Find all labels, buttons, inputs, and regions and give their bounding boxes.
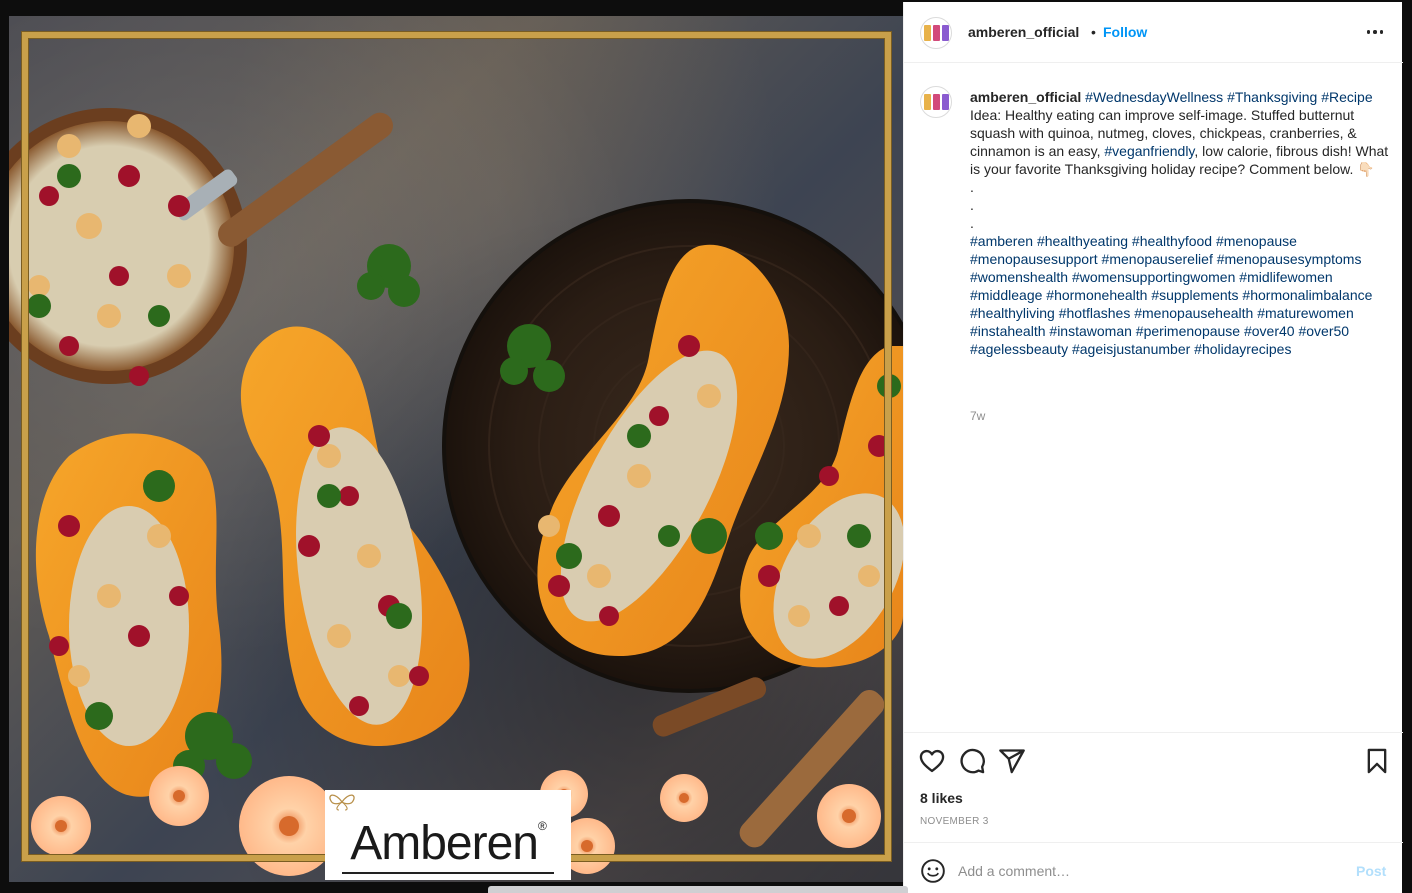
follow-button[interactable]: Follow bbox=[1103, 24, 1147, 40]
caption-section: amberen_official #WednesdayWellness #Tha… bbox=[904, 64, 1403, 732]
hashtag-link[interactable]: #menopause bbox=[1216, 233, 1297, 249]
brand-underline bbox=[342, 872, 554, 874]
hashtag-list: #amberen #healthyeating #healthyfood #me… bbox=[970, 233, 1372, 357]
hashtag-link[interactable]: #maturewomen bbox=[1257, 305, 1354, 321]
hashtag-link[interactable]: #womenshealth bbox=[970, 269, 1068, 285]
post-side-panel: amberen_official • Follow amberen_offici… bbox=[903, 2, 1403, 893]
share-icon[interactable] bbox=[998, 747, 1026, 775]
hashtag-link[interactable]: #menopausesupport bbox=[970, 251, 1098, 267]
post-caption: amberen_official #WednesdayWellness #Tha… bbox=[970, 88, 1394, 358]
hashtag-link[interactable]: #Recipe bbox=[1321, 89, 1372, 105]
hashtag-link[interactable]: #over40 bbox=[1244, 323, 1295, 339]
hashtag-link[interactable]: #agelessbeauty bbox=[970, 341, 1068, 357]
hashtag-link[interactable]: #WednesdayWellness bbox=[1085, 89, 1223, 105]
post-header: amberen_official • Follow bbox=[904, 2, 1403, 63]
hashtag-link[interactable]: #veganfriendly bbox=[1104, 143, 1194, 159]
caption-avatar[interactable] bbox=[920, 86, 952, 118]
caption-dot: . bbox=[970, 179, 974, 195]
caption-dot: . bbox=[970, 197, 974, 213]
brand-logo: Amberen® bbox=[325, 790, 571, 880]
hashtag-link[interactable]: #amberen bbox=[970, 233, 1033, 249]
hashtag-link[interactable]: #Thanksgiving bbox=[1227, 89, 1317, 105]
hashtag-link[interactable]: #hotflashes bbox=[1059, 305, 1131, 321]
hashtag-link[interactable]: #midlifewomen bbox=[1239, 269, 1332, 285]
hashtag-link[interactable]: #menopausehealth bbox=[1134, 305, 1253, 321]
hashtag-link[interactable]: #over50 bbox=[1298, 323, 1349, 339]
hashtag-link[interactable]: #supplements bbox=[1151, 287, 1238, 303]
post-comment-button[interactable]: Post bbox=[1356, 863, 1386, 879]
instagram-post-modal: Amberen® amberen_official • Follow amber… bbox=[0, 0, 1412, 893]
comment-input[interactable] bbox=[958, 857, 1338, 885]
hashtag-link[interactable]: #healthyliving bbox=[970, 305, 1055, 321]
hashtag-link[interactable]: #middleage bbox=[970, 287, 1042, 303]
hashtag-link[interactable]: #healthyeating bbox=[1037, 233, 1128, 249]
post-date[interactable]: NOVEMBER 3 bbox=[920, 816, 989, 827]
butterfly-icon bbox=[329, 794, 355, 811]
hashtag-link[interactable]: #menopauserelief bbox=[1102, 251, 1213, 267]
recipe-photo-illustration bbox=[9, 108, 903, 876]
hashtag-link[interactable]: #perimenopause bbox=[1136, 323, 1240, 339]
avatar[interactable] bbox=[920, 17, 952, 49]
time-ago[interactable]: 7w bbox=[970, 409, 985, 423]
likes-count[interactable]: 8 likes bbox=[920, 790, 963, 806]
post-username[interactable]: amberen_official bbox=[968, 24, 1079, 40]
macos-dock bbox=[488, 886, 908, 893]
brand-name: Amberen® bbox=[350, 817, 547, 870]
emoji-icon[interactable] bbox=[920, 858, 946, 884]
comment-icon[interactable] bbox=[958, 747, 986, 775]
hashtag-link[interactable]: #instawoman bbox=[1049, 323, 1132, 339]
hashtag-link[interactable]: #womensupportingwomen bbox=[1072, 269, 1235, 285]
hashtag-link[interactable]: #instahealth bbox=[970, 323, 1046, 339]
comment-bar: Post bbox=[904, 842, 1403, 893]
caption-dot: . bbox=[970, 215, 974, 231]
hashtag-link[interactable]: #menopausesymptoms bbox=[1217, 251, 1362, 267]
heart-icon[interactable] bbox=[918, 747, 946, 775]
hashtag-link[interactable]: #hormonalimbalance bbox=[1242, 287, 1372, 303]
save-icon[interactable] bbox=[1363, 747, 1391, 775]
hashtag-link[interactable]: #holidayrecipes bbox=[1194, 341, 1291, 357]
separator-dot: • bbox=[1091, 24, 1096, 40]
post-image[interactable]: Amberen® bbox=[9, 16, 903, 882]
more-options-icon[interactable] bbox=[1363, 20, 1387, 44]
hashtag-link[interactable]: #hormonehealth bbox=[1046, 287, 1147, 303]
hashtag-link[interactable]: #ageisjustanumber bbox=[1072, 341, 1190, 357]
action-bar: 8 likes NOVEMBER 3 bbox=[904, 732, 1403, 842]
hashtag-link[interactable]: #healthyfood bbox=[1132, 233, 1212, 249]
caption-username[interactable]: amberen_official bbox=[970, 89, 1081, 105]
